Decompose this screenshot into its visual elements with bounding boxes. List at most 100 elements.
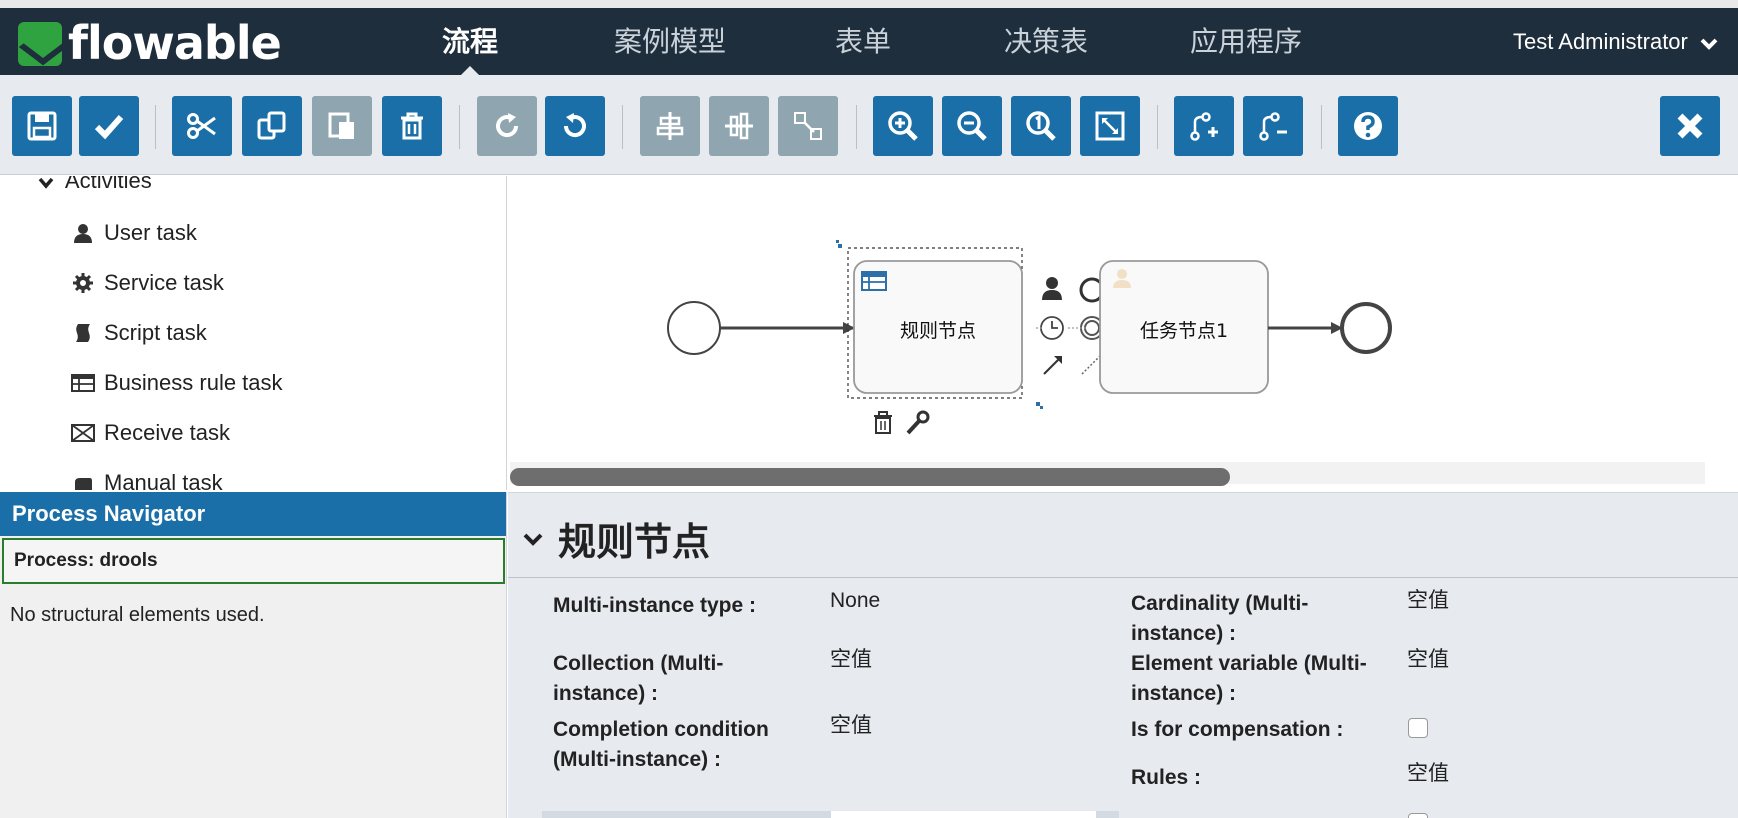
table-icon xyxy=(861,271,887,291)
navigator-empty-message: No structural elements used. xyxy=(10,604,265,626)
property-label: Is for compensation : xyxy=(1131,718,1344,741)
horizontal-scrollbar-thumb[interactable] xyxy=(510,468,1230,486)
top-header: flowable 流程 案例模型 表单 决策表 应用程序 Test Admini… xyxy=(0,0,1738,75)
task-label: 规则节点 xyxy=(900,320,976,342)
user-icon[interactable] xyxy=(1042,277,1062,300)
palette-item-label: Script task xyxy=(104,320,207,345)
resize-handle[interactable] xyxy=(1036,402,1040,406)
nav-forms[interactable]: 表单 xyxy=(813,8,913,75)
close-icon xyxy=(1677,113,1703,139)
palette-item-label: Receive task xyxy=(104,420,230,445)
remove-bendpoint-button[interactable] xyxy=(1243,96,1303,156)
property-label: Cardinality (Multi-instance) : xyxy=(1131,592,1309,645)
property-value[interactable]: 空值 xyxy=(1407,759,1449,789)
palette-item-label: Business rule task xyxy=(104,370,283,395)
user-name: Test Administrator xyxy=(1513,29,1688,54)
redo-icon xyxy=(496,113,519,138)
chevron-down-icon xyxy=(523,533,543,546)
nav-process[interactable]: 流程 xyxy=(410,8,530,75)
navigator-process-item[interactable]: Process: drools xyxy=(2,538,505,584)
table-icon xyxy=(70,370,96,396)
palette-item-receive-task[interactable]: Receive task xyxy=(70,418,230,448)
user-menu[interactable]: Test Administrator xyxy=(1513,8,1718,75)
intermediate-event-shortcut-icon[interactable] xyxy=(1040,316,1064,340)
zoom-out-button[interactable] xyxy=(942,96,1002,156)
start-event[interactable] xyxy=(667,301,721,355)
align-horizontal-icon xyxy=(656,112,684,140)
palette-item-user-task[interactable]: User task xyxy=(70,218,197,248)
zoom-in-icon xyxy=(888,111,918,141)
nav-case-model[interactable]: 案例模型 xyxy=(605,8,735,75)
zoom-actual-icon xyxy=(1026,111,1056,141)
chevron-down-icon xyxy=(38,176,54,195)
gear-icon xyxy=(70,270,96,296)
palette-group-label: Activities xyxy=(64,176,152,193)
property-value[interactable]: 空值 xyxy=(1407,586,1449,616)
main-nav: 流程 案例模型 表单 决策表 应用程序 xyxy=(420,8,1311,75)
same-size-button[interactable] xyxy=(778,96,838,156)
delete-button[interactable] xyxy=(382,96,442,156)
copy-button[interactable] xyxy=(242,96,302,156)
add-bendpoint-button[interactable] xyxy=(1174,96,1234,156)
save-button[interactable] xyxy=(12,96,72,156)
property-value[interactable]: 空值 xyxy=(830,711,872,741)
navigator-title[interactable]: Process Navigator xyxy=(0,492,506,536)
save-icon xyxy=(27,111,57,141)
end-event[interactable] xyxy=(1340,302,1392,354)
paste-button[interactable] xyxy=(312,96,372,156)
palette-item-service-task[interactable]: Service task xyxy=(70,268,224,298)
hand-icon xyxy=(70,470,96,490)
toolbar-divider xyxy=(1157,105,1158,149)
undo-button[interactable] xyxy=(545,96,605,156)
palette-item-manual-task[interactable]: Manual task xyxy=(70,468,223,490)
palette-item-business-rule-task[interactable]: Business rule task xyxy=(70,368,283,398)
property-input-partial[interactable] xyxy=(831,811,1096,818)
toolbar-divider xyxy=(622,105,623,149)
property-value[interactable]: 空值 xyxy=(830,645,872,675)
paste-icon xyxy=(328,112,354,139)
palette-group-activities[interactable]: Activities xyxy=(38,176,152,195)
validate-button[interactable] xyxy=(79,96,139,156)
shape-palette: Activities User task Service task Script… xyxy=(0,176,507,490)
resize-handle[interactable] xyxy=(838,244,842,248)
palette-item-script-task[interactable]: Script task xyxy=(70,318,207,348)
toolbar-divider xyxy=(459,105,460,149)
property-value[interactable]: None xyxy=(830,586,880,616)
zoom-fit-button[interactable] xyxy=(1080,96,1140,156)
zoom-fit-icon xyxy=(1095,111,1125,141)
connector-arrow-icon[interactable] xyxy=(1043,357,1061,375)
script-icon xyxy=(70,320,96,346)
property-label: Rules : xyxy=(1131,766,1202,789)
zoom-in-button[interactable] xyxy=(873,96,933,156)
resize-handle[interactable] xyxy=(836,240,839,243)
properties-header[interactable]: 规则节点 xyxy=(522,511,710,566)
trash-icon xyxy=(401,112,423,140)
cut-button[interactable] xyxy=(172,96,232,156)
help-button[interactable] xyxy=(1338,96,1398,156)
nav-decision-tables[interactable]: 决策表 xyxy=(991,8,1101,75)
property-label: Multi-instance type : xyxy=(553,594,757,617)
properties-panel: 规则节点 Multi-instance type : None Cardinal… xyxy=(508,492,1738,818)
property-checkbox-partial[interactable] xyxy=(1408,813,1428,818)
diagram-canvas[interactable]: 规则节点 任务节点1 xyxy=(508,176,1738,490)
zoom-actual-button[interactable] xyxy=(1011,96,1071,156)
compensation-checkbox[interactable] xyxy=(1408,718,1428,738)
flowable-logo[interactable]: flowable xyxy=(18,16,288,70)
editor-toolbar xyxy=(0,75,1738,175)
toolbar-divider xyxy=(155,105,156,149)
redo-button[interactable] xyxy=(477,96,537,156)
add-bendpoint-icon xyxy=(1190,112,1218,141)
close-editor-button[interactable] xyxy=(1660,96,1720,156)
property-label: Collection (Multi-instance) : xyxy=(553,652,724,705)
resize-handle[interactable] xyxy=(1040,406,1043,409)
align-vertical-button[interactable] xyxy=(709,96,769,156)
wrench-icon[interactable] xyxy=(906,410,930,435)
property-value[interactable]: 空值 xyxy=(1407,645,1449,675)
envelope-icon xyxy=(70,420,96,446)
task-label: 任务节点1 xyxy=(1140,320,1228,342)
align-horizontal-button[interactable] xyxy=(640,96,700,156)
properties-title: 规则节点 xyxy=(558,522,711,564)
bpmn-diagram[interactable]: 规则节点 任务节点1 xyxy=(508,176,1738,490)
trash-icon[interactable] xyxy=(874,411,892,434)
nav-apps[interactable]: 应用程序 xyxy=(1181,8,1311,75)
